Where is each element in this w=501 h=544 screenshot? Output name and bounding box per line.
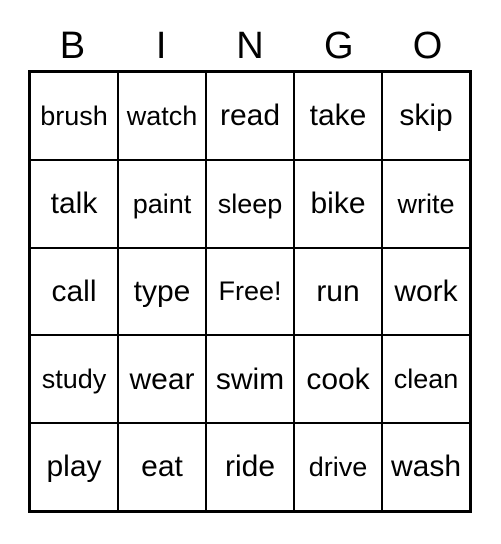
bingo-cell[interactable]: paint (119, 160, 207, 247)
bingo-cell-label: swim (215, 362, 285, 396)
bingo-free-space-label: Free! (218, 276, 282, 307)
bingo-cell[interactable]: clean (383, 336, 469, 423)
bingo-cell-label: clean (393, 364, 459, 395)
bingo-cell[interactable]: type (119, 248, 207, 335)
bingo-cell[interactable]: talk (31, 160, 119, 247)
bingo-header-letter-g: G (324, 25, 354, 67)
bingo-cell-label: work (394, 274, 458, 308)
bingo-cell-label: take (309, 99, 367, 133)
bingo-cell[interactable]: wear (119, 336, 207, 423)
bingo-header-row: B I N G O (28, 22, 472, 70)
bingo-cell[interactable]: drive (295, 424, 383, 510)
bingo-cell[interactable]: cook (295, 336, 383, 423)
bingo-cell-label: drive (308, 451, 368, 482)
bingo-cell[interactable]: swim (207, 336, 295, 423)
bingo-header-letter-o: O (412, 25, 443, 67)
bingo-cell[interactable]: take (295, 73, 383, 159)
bingo-cell[interactable]: skip (383, 73, 469, 159)
bingo-cell-label: read (219, 99, 281, 133)
bingo-cell[interactable]: sleep (207, 160, 295, 247)
bingo-cell-label: sleep (217, 188, 283, 219)
bingo-cell[interactable]: call (31, 248, 119, 335)
bingo-cell[interactable]: run (295, 248, 383, 335)
bingo-cell-label: wear (129, 362, 195, 396)
bingo-cell-label: write (397, 188, 455, 219)
bingo-cell[interactable]: bike (295, 160, 383, 247)
bingo-header-letter-n: N (236, 25, 264, 67)
bingo-cell-label: talk (50, 186, 98, 220)
bingo-header-letter-b: B (59, 25, 86, 67)
bingo-row: call type Free! run work (31, 248, 469, 337)
bingo-cell-label: paint (132, 188, 192, 219)
bingo-cell[interactable]: wash (383, 424, 469, 510)
bingo-cell[interactable]: ride (207, 424, 295, 510)
bingo-cell[interactable]: watch (119, 73, 207, 159)
bingo-cell-label: call (51, 274, 97, 308)
bingo-cell[interactable]: work (383, 248, 469, 335)
bingo-cell[interactable]: write (383, 160, 469, 247)
bingo-cell[interactable]: play (31, 424, 119, 510)
bingo-cell-label: brush (40, 100, 108, 131)
bingo-cell-label: eat (141, 450, 183, 484)
bingo-header-letter-i: I (155, 25, 167, 67)
bingo-row: brush watch read take skip (31, 73, 469, 161)
bingo-row: talk paint sleep bike write (31, 160, 469, 249)
bingo-cell-label: run (316, 274, 360, 308)
bingo-cell[interactable]: brush (31, 73, 119, 159)
bingo-row: study wear swim cook clean (31, 336, 469, 425)
bingo-cell-label: cook (306, 362, 370, 396)
bingo-cell-label: skip (399, 99, 453, 133)
bingo-cell-label: bike (310, 186, 366, 220)
bingo-cell-label: wash (390, 450, 462, 484)
bingo-card: B I N G O brush watch read take skip tal… (0, 0, 501, 544)
bingo-cell-label: type (133, 274, 191, 308)
bingo-cell-label: play (46, 450, 102, 484)
bingo-cell-free[interactable]: Free! (207, 248, 295, 335)
bingo-cell-label: watch (126, 100, 198, 131)
bingo-cell[interactable]: eat (119, 424, 207, 510)
bingo-cell[interactable]: read (207, 73, 295, 159)
bingo-row: play eat ride drive wash (31, 424, 469, 510)
bingo-cell-label: ride (224, 450, 276, 484)
bingo-cell-label: study (41, 364, 107, 395)
bingo-cell[interactable]: study (31, 336, 119, 423)
bingo-grid: brush watch read take skip talk paint sl… (28, 70, 472, 513)
